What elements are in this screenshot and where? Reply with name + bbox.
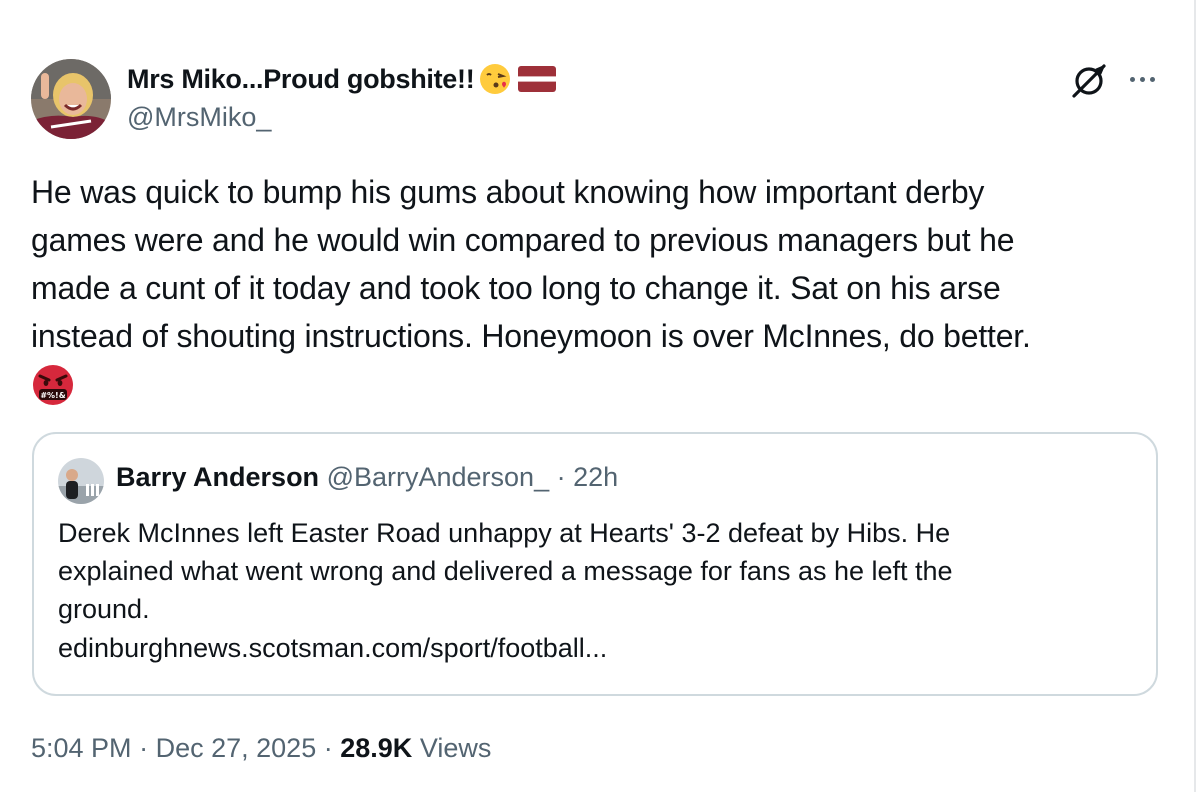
tweet-text: He was quick to bump his gums about know…	[31, 174, 1031, 354]
separator-dot: ·	[556, 462, 566, 492]
quoted-tweet-header: Barry Anderson @BarryAnderson_ · 22h	[116, 462, 618, 493]
views-label: Views	[419, 733, 492, 763]
latvian-flag-icon	[518, 66, 557, 92]
more-options-icon[interactable]	[1124, 64, 1160, 94]
face-with-symbols-on-mouth-emoji-icon: #%!&	[31, 363, 75, 407]
quoted-tweet-link[interactable]: edinburghnews.scotsman.com/sport/footbal…	[58, 629, 607, 667]
quoted-tweet-time[interactable]: 22h	[573, 462, 618, 492]
dot-icon	[1129, 76, 1135, 82]
quoted-tweet-text: Derek McInnes left Easter Road unhappy a…	[58, 518, 953, 624]
author-avatar[interactable]	[31, 59, 111, 139]
grok-icon[interactable]	[1070, 62, 1108, 100]
quoted-author-name[interactable]: Barry Anderson	[116, 462, 319, 492]
separator-dot: ·	[323, 733, 333, 763]
dot-icon	[1149, 76, 1155, 82]
right-divider	[1194, 0, 1196, 792]
quoted-tweet-card[interactable]: Barry Anderson @BarryAnderson_ · 22h Der…	[32, 432, 1158, 696]
quoted-author-avatar[interactable]	[58, 458, 104, 504]
svg-text:#%!&: #%!&	[40, 391, 65, 400]
author-display-name[interactable]: Mrs Miko...Proud gobshite!!	[127, 64, 475, 95]
quoted-author-handle[interactable]: @BarryAnderson_	[327, 462, 550, 492]
tweet-time[interactable]: 5:04 PM	[31, 733, 132, 763]
kissing-face-emoji-icon	[478, 62, 512, 96]
author-info[interactable]: Mrs Miko...Proud gobshite!! @MrsMiko_	[127, 62, 557, 133]
tweet-date[interactable]: Dec 27, 2025	[156, 733, 317, 763]
views-count: 28.9K	[340, 733, 413, 763]
tweet-metadata: 5:04 PM · Dec 27, 2025 · 28.9K Views	[31, 733, 491, 764]
author-handle[interactable]: @MrsMiko_	[127, 102, 556, 133]
separator-dot: ·	[139, 733, 149, 763]
dot-icon	[1139, 76, 1145, 82]
